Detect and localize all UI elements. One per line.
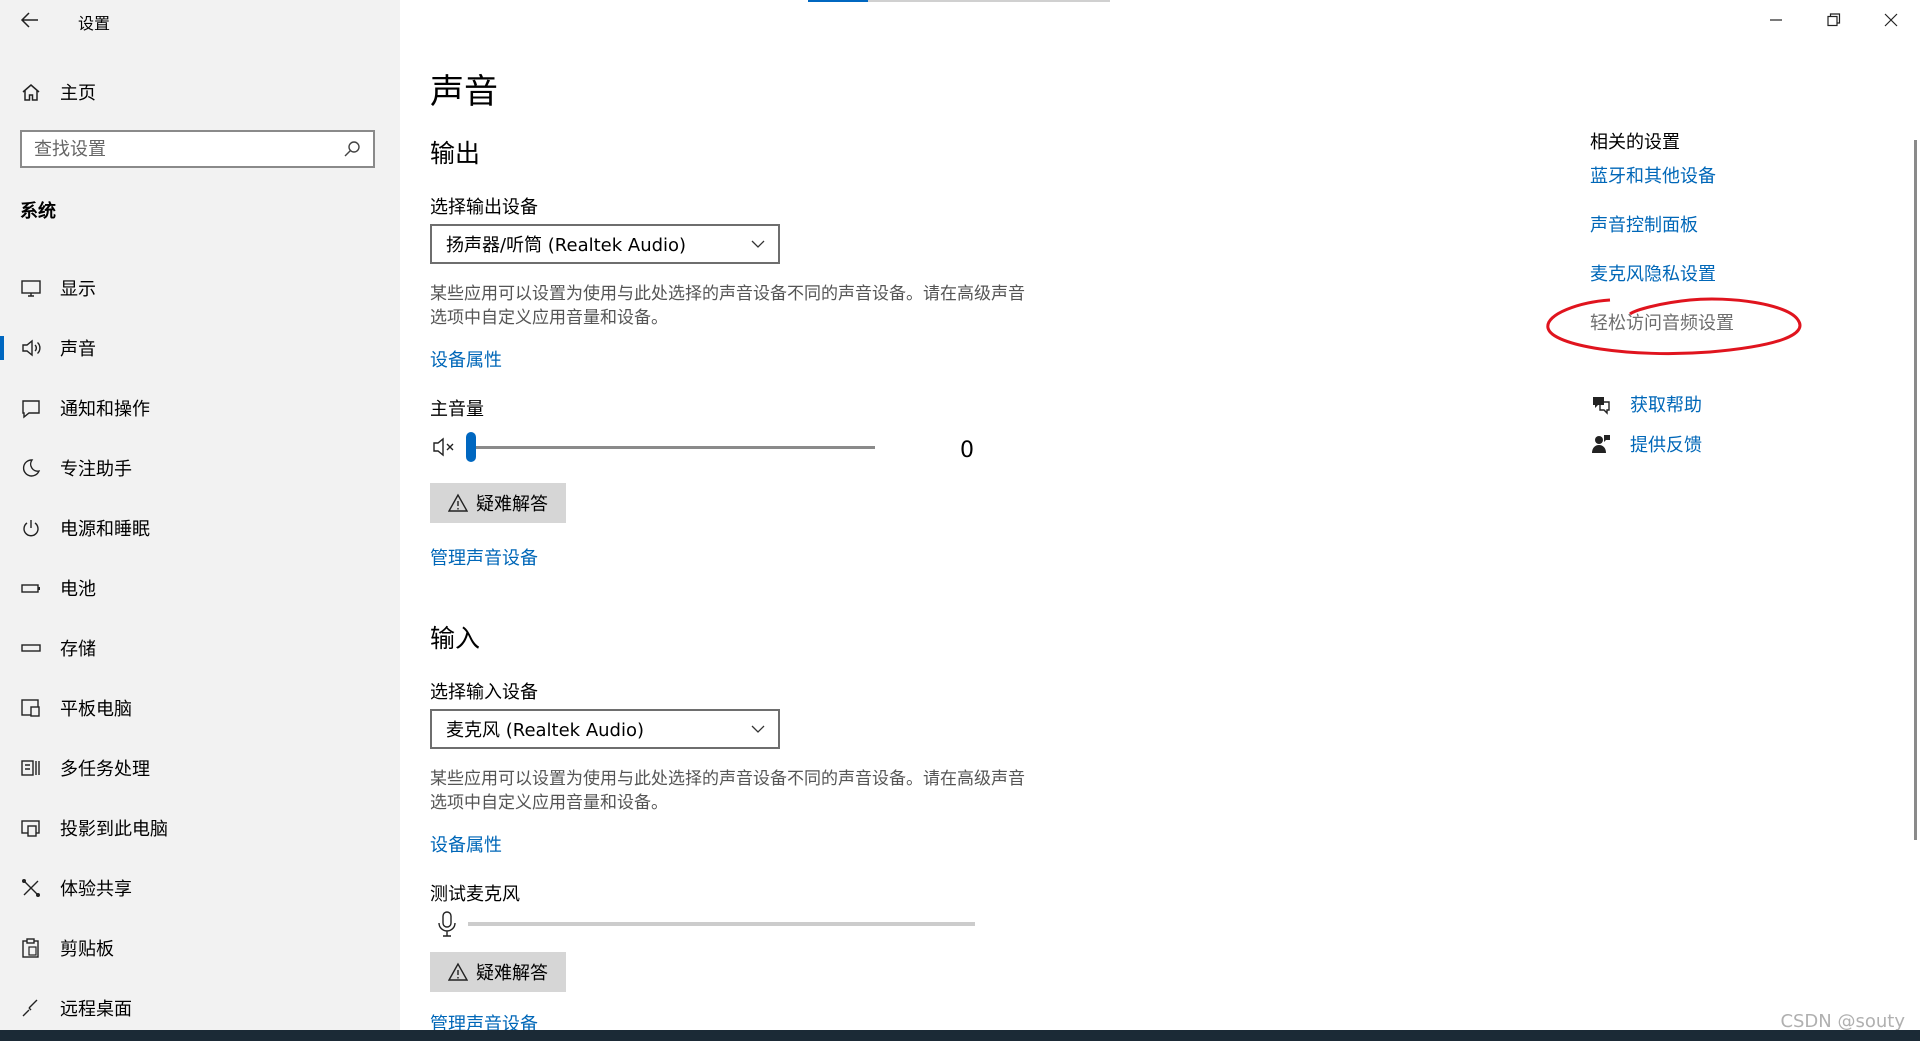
home-label: 主页 — [60, 83, 96, 104]
share-icon — [20, 877, 42, 899]
sidebar-item-power[interactable]: 电源和睡眠 — [0, 498, 400, 558]
related-settings-title: 相关的设置 — [1590, 132, 1680, 153]
ease-of-access-audio-link[interactable]: 轻松访问音频设置 — [1590, 309, 1734, 335]
monitor-icon — [20, 277, 42, 299]
microphone-privacy-link[interactable]: 麦克风隐私设置 — [1590, 260, 1716, 286]
sound-control-panel-link[interactable]: 声音控制面板 — [1590, 211, 1698, 237]
sidebar-item-label: 显示 — [60, 279, 96, 300]
input-device-label: 选择输入设备 — [430, 682, 538, 703]
troubleshoot-label: 疑难解答 — [476, 963, 548, 984]
sidebar-item-storage[interactable]: 存储 — [0, 618, 400, 678]
output-troubleshoot-button[interactable]: 疑难解答 — [430, 483, 566, 523]
scrollbar[interactable] — [1914, 140, 1917, 840]
remote-desktop-icon — [20, 997, 42, 1019]
sidebar-home[interactable]: 主页 — [20, 78, 96, 106]
top-tab-active-indicator — [808, 0, 868, 2]
taskbar — [0, 1030, 1920, 1041]
home-icon — [20, 81, 42, 103]
volume-slider-thumb[interactable] — [466, 432, 476, 462]
test-microphone-label: 测试麦克风 — [430, 884, 520, 905]
search-input[interactable] — [22, 133, 343, 165]
minimize-icon[interactable] — [1762, 6, 1790, 34]
output-device-properties-link[interactable]: 设备属性 — [430, 346, 502, 372]
sidebar-item-label: 剪贴板 — [60, 939, 114, 960]
warning-icon — [447, 962, 469, 982]
sidebar-item-remote-desktop[interactable]: 远程桌面 — [0, 978, 400, 1038]
sidebar-item-sound[interactable]: 声音 — [0, 318, 400, 378]
sidebar-item-multitasking[interactable]: 多任务处理 — [0, 738, 400, 798]
microphone-level-meter — [468, 922, 975, 926]
clipboard-icon — [20, 937, 42, 959]
sidebar-item-label: 投影到此电脑 — [60, 819, 168, 840]
sidebar-item-project[interactable]: 投影到此电脑 — [0, 798, 400, 858]
chevron-down-icon — [750, 721, 766, 737]
sidebar-item-label: 专注助手 — [60, 459, 132, 480]
sidebar-item-display[interactable]: 显示 — [0, 258, 400, 318]
sidebar-item-focus-assist[interactable]: 专注助手 — [0, 438, 400, 498]
volume-value: 0 — [960, 438, 974, 463]
help-chat-icon — [1590, 393, 1612, 415]
search-box[interactable] — [20, 130, 375, 168]
troubleshoot-label: 疑难解答 — [476, 494, 548, 515]
get-help-link[interactable]: 获取帮助 — [1630, 391, 1702, 417]
search-icon[interactable] — [343, 140, 361, 158]
sidebar-nav: 显示 声音 通知和操作 专注助手 电源和睡眠 电池 存储 平板电脑 多任务处理 … — [0, 258, 400, 1038]
project-icon — [20, 817, 42, 839]
sidebar: 设置 主页 系统 显示 声音 通知和操作 专注助手 — [0, 0, 400, 1030]
sidebar-item-shared-experiences[interactable]: 体验共享 — [0, 858, 400, 918]
sidebar-item-label: 电池 — [60, 579, 96, 600]
input-device-value: 麦克风 (Realtek Audio) — [446, 720, 645, 741]
feedback-row[interactable]: 提供反馈 — [1590, 431, 1702, 457]
chevron-down-icon — [750, 236, 766, 252]
back-arrow-icon[interactable] — [18, 8, 42, 32]
sidebar-item-clipboard[interactable]: 剪贴板 — [0, 918, 400, 978]
restore-icon[interactable] — [1820, 6, 1848, 34]
output-description: 某些应用可以设置为使用与此处选择的声音设备不同的声音设备。请在高级声音选项中自定… — [430, 284, 1025, 328]
sidebar-item-label: 远程桌面 — [60, 999, 132, 1020]
output-device-dropdown[interactable]: 扬声器/听筒 (Realtek Audio) — [430, 224, 780, 264]
storage-icon — [20, 637, 42, 659]
section-label-system: 系统 — [20, 201, 56, 222]
input-description: 某些应用可以设置为使用与此处选择的声音设备不同的声音设备。请在高级声音选项中自定… — [430, 769, 1025, 813]
sidebar-item-label: 体验共享 — [60, 879, 132, 900]
speaker-icon — [20, 337, 42, 359]
sidebar-item-tablet[interactable]: 平板电脑 — [0, 678, 400, 738]
sidebar-item-label: 电源和睡眠 — [60, 519, 150, 540]
input-troubleshoot-button[interactable]: 疑难解答 — [430, 952, 566, 992]
bluetooth-devices-link[interactable]: 蓝牙和其他设备 — [1590, 162, 1716, 188]
warning-icon — [447, 493, 469, 513]
output-device-label: 选择输出设备 — [430, 197, 538, 218]
sidebar-item-label: 平板电脑 — [60, 699, 132, 720]
sidebar-item-notifications[interactable]: 通知和操作 — [0, 378, 400, 438]
sidebar-item-label: 多任务处理 — [60, 759, 150, 780]
muted-speaker-icon[interactable] — [432, 434, 458, 460]
watermark: CSDN @souty — [1780, 1011, 1905, 1032]
battery-icon — [20, 577, 42, 599]
output-heading: 输出 — [430, 139, 481, 168]
sidebar-item-label: 声音 — [60, 339, 96, 360]
master-volume-label: 主音量 — [430, 399, 484, 420]
input-device-dropdown[interactable]: 麦克风 (Realtek Audio) — [430, 709, 780, 749]
output-device-value: 扬声器/听筒 (Realtek Audio) — [446, 235, 687, 256]
top-tab-strip — [808, 0, 1110, 2]
volume-slider-track[interactable] — [470, 446, 875, 449]
input-heading: 输入 — [430, 624, 481, 653]
sidebar-item-label: 通知和操作 — [60, 399, 150, 420]
input-device-properties-link[interactable]: 设备属性 — [430, 831, 502, 857]
moon-icon — [20, 457, 42, 479]
page-title: 声音 — [430, 72, 498, 112]
app-title: 设置 — [78, 14, 111, 33]
sidebar-item-label: 存储 — [60, 639, 96, 660]
get-help-row[interactable]: 获取帮助 — [1590, 391, 1702, 417]
notification-icon — [20, 397, 42, 419]
multitask-icon — [20, 757, 42, 779]
close-icon[interactable] — [1877, 6, 1905, 34]
manage-output-devices-link[interactable]: 管理声音设备 — [430, 544, 538, 570]
power-icon — [20, 517, 42, 539]
microphone-icon — [436, 910, 458, 938]
give-feedback-link[interactable]: 提供反馈 — [1630, 431, 1702, 457]
tablet-icon — [20, 697, 42, 719]
feedback-person-icon — [1590, 433, 1612, 455]
sidebar-item-battery[interactable]: 电池 — [0, 558, 400, 618]
